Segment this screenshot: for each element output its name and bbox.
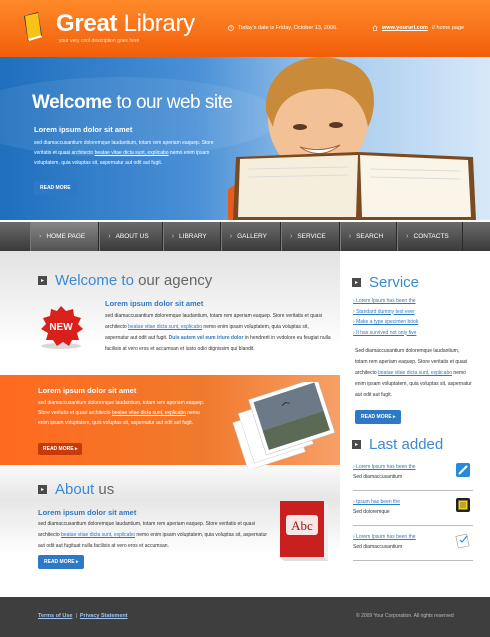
copyright-text: © 2009 Your Corporation. All rights rese… (356, 613, 454, 619)
home-link-box: www.yoururl.com // home page (372, 25, 464, 31)
welcome-heading: ▸ Welcome to our agency (38, 272, 212, 289)
chevron-right-icon: › (348, 233, 352, 240)
chevron-right-icon: › (406, 233, 409, 240)
hero-read-more-wrap: READ MORE (34, 181, 77, 195)
site-logo-title[interactable]: Great Library (56, 10, 195, 38)
about-heading: ▸ About us (38, 481, 114, 498)
date-display: Today's date is Friday, October 13, 2006… (228, 25, 338, 31)
nav-item-contacts[interactable]: › CONTACTS (397, 222, 463, 251)
site-footer: Terms of Use | Privacy Statement © 2009 … (0, 597, 490, 637)
home-icon (372, 25, 378, 31)
nav-item-about[interactable]: › ABOUT US (99, 222, 163, 251)
promo-read-more-wrap: READ MORE ▸ (38, 443, 83, 455)
service-read-more-wrap: READ MORE ▸ (355, 410, 402, 424)
book-logo-icon (24, 12, 42, 41)
hero-read-more-button[interactable]: READ MORE (34, 181, 77, 195)
welcome-text: sed diamaccusantium doloremque laudantiu… (105, 313, 331, 352)
footer-separator: | (75, 613, 77, 619)
checklist-icon (455, 533, 470, 548)
nav-item-gallery[interactable]: › GALLERY (220, 222, 281, 251)
about-read-more-wrap: READ MORE ▸ (38, 555, 85, 569)
about-text: sed diamaccusantium doloremque laudantiu… (38, 521, 268, 549)
service-link[interactable]: › It has survived not only five (353, 328, 418, 339)
arrow-box-icon: ▸ (352, 440, 361, 449)
last-added-item: › Ipsum has been the Sed doloremque (353, 496, 473, 526)
footer-links: Terms of Use | Privacy Statement (38, 613, 128, 619)
last-added-link[interactable]: › Lorem Ipsum has been the (353, 534, 416, 540)
service-link-list: › Lorem Ipsum has been the › Standard du… (353, 296, 418, 338)
last-added-text: Sed diamaccusantium (353, 544, 403, 550)
notepad-icon (456, 498, 470, 512)
site-tagline: your very cool description goes here (59, 38, 140, 44)
service-text-link[interactable]: beatae vitae dicta sunt, explicabo (378, 370, 452, 376)
chevron-right-icon: › (39, 233, 42, 240)
service-text: Sed diamaccusantium doloremque laudantiu… (355, 348, 472, 398)
hero-text: sed diamaccusantium doloremque laudantiu… (34, 140, 214, 166)
arrow-box-icon: ▸ (38, 276, 47, 285)
last-added-link[interactable]: › Ipsum has been the (353, 499, 400, 505)
home-url-link[interactable]: www.yoururl.com (382, 25, 428, 31)
chevron-right-icon: › (289, 233, 293, 240)
chevron-right-icon: › (171, 233, 175, 240)
hero-text-link[interactable]: beatae vitae dicta sunt, explicabo (95, 150, 169, 156)
date-text: Today's date is Friday, October 13, 2006… (238, 25, 338, 31)
home-page-label: // home page (431, 25, 465, 31)
abc-book-label: Abc (291, 518, 313, 533)
welcome-text-link[interactable]: beatae vitae dicta sunt, explicabo (128, 324, 202, 330)
about-subtitle: Lorem ipsum dolor sit amet (38, 508, 137, 517)
site-header: Great Library your very cool description… (0, 0, 490, 57)
last-added-text: Sed diamaccusantium (353, 474, 403, 480)
last-added-text: Sed doloremque (353, 509, 390, 515)
new-badge-text: NEW (49, 322, 73, 333)
nav-item-service[interactable]: › SERVICE (280, 222, 340, 251)
about-text-link[interactable]: beatae vitae dicta sunt, explicabo (61, 532, 135, 538)
nav-item-search[interactable]: › SEARCH (339, 222, 398, 251)
arrow-box-icon: ▸ (352, 278, 361, 287)
service-link[interactable]: › Standard dummy text ever (353, 307, 418, 318)
photo-stack-image (232, 382, 336, 468)
clock-icon (228, 25, 234, 31)
welcome-subtitle: Lorem ipsum dolor sit amet (105, 299, 204, 308)
promo-read-more-button[interactable]: READ MORE ▸ (38, 443, 83, 455)
pencil-icon (456, 463, 470, 477)
main-nav: › HOME PAGE › ABOUT US › LIBRARY › GALLERY ›… (0, 222, 490, 251)
boy-reading-book-image (228, 57, 476, 220)
service-read-more-button[interactable]: READ MORE ▸ (355, 410, 402, 424)
hero-subtitle: Lorem ipsum dolor sit amet (34, 125, 133, 134)
privacy-statement-link[interactable]: Privacy Statement (80, 613, 128, 619)
last-added-link[interactable]: › Lorem Ipsum has been the (353, 464, 416, 470)
arrow-box-icon: ▸ (38, 485, 47, 494)
promo-subtitle: Lorem ipsum dolor sit amet (38, 386, 137, 395)
about-read-more-button[interactable]: READ MORE ▸ (38, 555, 85, 569)
service-link[interactable]: › Lorem Ipsum has been the (353, 296, 418, 307)
chevron-right-icon: › (108, 233, 111, 240)
last-added-heading: ▸ Last added (352, 436, 443, 453)
promo-text: sed diamaccusantium doloremque laudantiu… (38, 400, 205, 426)
service-link[interactable]: › Make a type specimen book (353, 317, 418, 328)
last-added-item: › Lorem Ipsum has been the Sed diamaccus… (353, 461, 473, 491)
promo-text-link[interactable]: beatae vitae dicta sunt, explicabo (112, 410, 186, 416)
new-badge-icon: NEW (41, 306, 83, 349)
hero-title: Welcome to our web site (32, 92, 233, 113)
last-added-item: › Lorem Ipsum has been the Sed diamaccus… (353, 531, 473, 561)
nav-item-home[interactable]: › HOME PAGE (30, 222, 100, 251)
chevron-right-icon: › (229, 233, 233, 240)
abc-book-icon: Abc (280, 501, 328, 561)
service-heading: ▸ Service (352, 274, 419, 291)
nav-item-library[interactable]: › LIBRARY (162, 222, 221, 251)
terms-of-use-link[interactable]: Terms of Use (38, 613, 72, 619)
